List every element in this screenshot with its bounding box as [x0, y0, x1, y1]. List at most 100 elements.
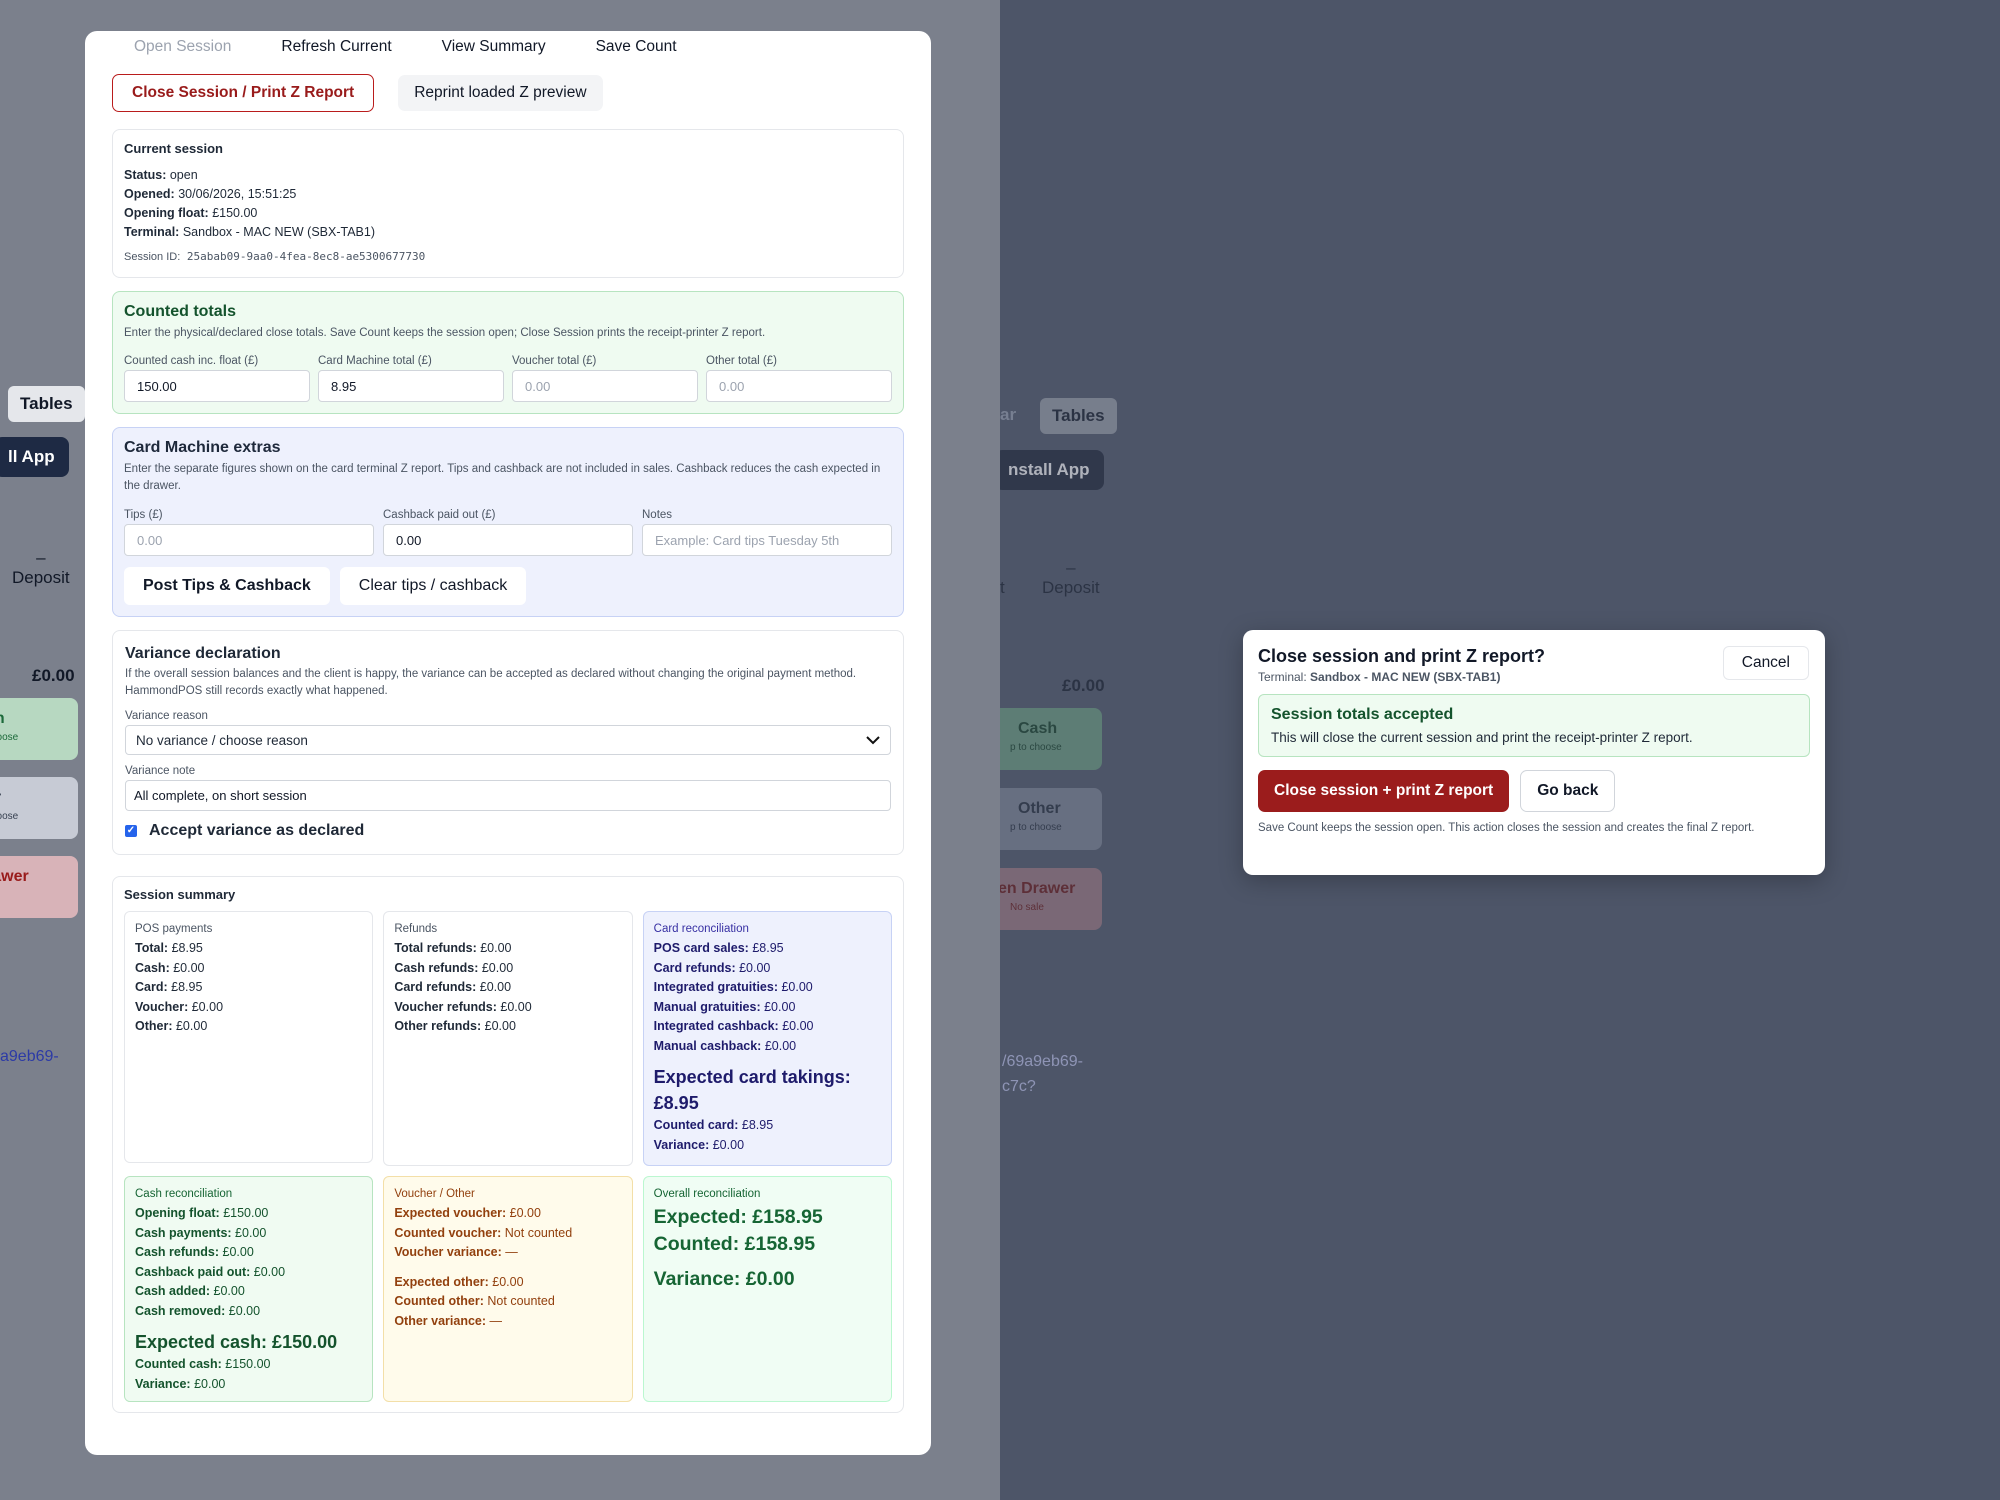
- overall-reconciliation-card: Overall reconciliation Expected: £158.95…: [642, 1176, 892, 1402]
- card-machine-total-input[interactable]: 8.95: [318, 370, 504, 402]
- row-value: £0.00: [492, 1274, 524, 1289]
- cancel-button[interactable]: Cancel: [1722, 646, 1809, 680]
- deposit-tab[interactable]: – Deposit: [1042, 558, 1100, 598]
- card-variance: Variance: £0.00: [654, 1136, 881, 1156]
- row-label: Other:: [135, 1019, 173, 1033]
- view-summary-button[interactable]: View Summary: [417, 38, 571, 56]
- bg-card-label: rawer: [0, 868, 29, 885]
- row-label: Cash removed:: [135, 1303, 226, 1318]
- summary-row: Voucher variance: —: [394, 1243, 621, 1263]
- card-title: Voucher / Other: [394, 1188, 475, 1200]
- session-toolbar: Open Session Refresh Current View Summar…: [109, 31, 904, 62]
- confirm-close-session-button[interactable]: Close session + print Z report: [1258, 770, 1510, 812]
- bg-card-sub: No sale: [1010, 901, 1044, 913]
- tips-input[interactable]: 0.00: [124, 524, 374, 556]
- session-summary-panel: Session summary POS payments Total: £8.9…: [112, 876, 904, 1413]
- chevron-down-icon: [866, 733, 880, 748]
- bg-card-sub: choose: [0, 731, 19, 743]
- row-label: Cashback paid out:: [135, 1264, 251, 1279]
- bg-open-drawer[interactable]: rawer ale: [0, 856, 78, 918]
- bg-payment-cash[interactable]: Cash p to choose: [1000, 708, 1102, 770]
- bg-card-label: er: [0, 789, 1, 806]
- summary-row: Total refunds: £0.00: [394, 939, 621, 959]
- card-title: Cash reconciliation: [135, 1188, 233, 1200]
- summary-row: Cash: £0.00: [135, 959, 362, 979]
- row-value: £0.00: [480, 941, 512, 955]
- deposit-tab[interactable]: – Deposit: [12, 548, 70, 588]
- post-tips-cashback-button[interactable]: Post Tips & Cashback: [124, 567, 330, 605]
- modal-body: Open Session Refresh Current View Summar…: [85, 31, 931, 1413]
- install-app-button[interactable]: ll App: [0, 437, 69, 477]
- bg-payment-cash[interactable]: sh choose: [0, 698, 78, 760]
- bg-payment-other[interactable]: Other p to choose: [1000, 788, 1102, 850]
- summary-row: Expected other: £0.00: [394, 1273, 621, 1293]
- deposit-label: Deposit: [12, 568, 70, 587]
- row-value: £8.95: [171, 941, 203, 955]
- session-id: Session ID: 25abab09-9aa0-4fea-8ec8-ae53…: [124, 250, 892, 263]
- counted-cash-input[interactable]: 150.00: [124, 370, 310, 402]
- notes-input[interactable]: Example: Card tips Tuesday 5th: [642, 524, 892, 556]
- row-value: £0.00: [481, 960, 514, 975]
- bg-order-link[interactable]: /69a9eb69- c7c?: [1002, 1050, 1083, 1100]
- card-title: POS payments: [135, 923, 213, 935]
- close-session-button[interactable]: Close Session / Print Z Report: [112, 74, 375, 112]
- voucher-total-input[interactable]: 0.00: [512, 370, 698, 402]
- row-label: Opening float:: [135, 1206, 220, 1220]
- row-value: £8.95: [752, 941, 784, 955]
- row-label: Cash refunds:: [135, 1245, 220, 1259]
- bg-payment-other[interactable]: er choose: [0, 777, 78, 839]
- row-label: Cash:: [135, 960, 170, 975]
- clear-tips-cashback-button[interactable]: Clear tips / cashback: [339, 567, 527, 605]
- other-total-input[interactable]: 0.00: [706, 370, 892, 402]
- checkmark-icon: ✓: [125, 825, 137, 837]
- save-count-button[interactable]: Save Count: [571, 38, 702, 56]
- voucher-rows: Expected voucher: £0.00 Counted voucher: …: [394, 1204, 621, 1263]
- variance-heading: Variance declaration: [125, 645, 281, 662]
- row-label: Expected voucher:: [394, 1206, 507, 1220]
- bg-order-link[interactable]: a9eb69-: [0, 1045, 59, 1070]
- variance-reason-field: Variance reason No variance / choose rea…: [125, 710, 891, 755]
- notice-heading: Session totals accepted: [1271, 706, 1454, 723]
- row-label: Cash added:: [135, 1284, 211, 1298]
- variance-note-input[interactable]: All complete, on short session: [125, 780, 891, 811]
- card-title: Card reconciliation: [653, 923, 749, 935]
- row-value: £0.00: [228, 1303, 261, 1318]
- kv-label: Variance:: [135, 1376, 191, 1391]
- dialog-terminal-label: Terminal:: [1258, 670, 1307, 684]
- variance-reason-select[interactable]: No variance / choose reason: [125, 725, 891, 755]
- row-value: £0.00: [764, 1038, 797, 1053]
- row-label: Voucher refunds:: [394, 999, 497, 1014]
- summary-row: Voucher refunds: £0.00: [394, 998, 621, 1018]
- reprint-z-button[interactable]: Reprint loaded Z preview: [398, 75, 603, 111]
- card-extras-description: Enter the separate figures shown on the …: [124, 463, 881, 492]
- current-session-heading: Current session: [124, 141, 223, 156]
- kv-value: £150.00: [212, 206, 258, 220]
- row-label: Manual gratuities:: [653, 999, 761, 1014]
- row-value: £0.00: [175, 1019, 208, 1033]
- go-back-button[interactable]: Go back: [1520, 770, 1616, 812]
- tables-tab[interactable]: Tables: [1040, 398, 1117, 434]
- open-session-button[interactable]: Open Session: [109, 38, 256, 56]
- counted-totals-panel: Counted totals Enter the physical/declar…: [112, 291, 904, 414]
- row-label: Counted voucher:: [394, 1225, 502, 1240]
- summary-row: Counted voucher: Not counted: [394, 1224, 621, 1244]
- install-app-button[interactable]: nstall App: [1000, 450, 1104, 490]
- kv-value: 30/06/2026, 15:51:25: [178, 187, 297, 201]
- bg-card-label: Cash: [1018, 720, 1058, 737]
- summary-row: Card refunds: £0.00: [394, 978, 621, 998]
- tables-tab[interactable]: Tables: [8, 386, 85, 422]
- row-value: Not counted: [487, 1294, 555, 1308]
- field-label: Card Machine total (£): [318, 355, 432, 367]
- bg-open-drawer[interactable]: en Drawer No sale: [1000, 868, 1102, 930]
- field-label: Variance reason: [125, 710, 208, 722]
- cashback-input[interactable]: 0.00: [383, 524, 633, 556]
- accept-variance-checkbox[interactable]: ✓ Accept variance as declared: [125, 822, 891, 840]
- row-value: £0.00: [509, 1206, 541, 1220]
- summary-row: Cash refunds: £0.00: [394, 959, 621, 979]
- row-value: £0.00: [500, 999, 532, 1014]
- tips-field: Tips (£) 0.00: [124, 509, 374, 556]
- bg-link-line: c7c?: [1002, 1077, 1036, 1095]
- row-label: Total:: [135, 941, 169, 955]
- refresh-current-button[interactable]: Refresh Current: [256, 38, 416, 56]
